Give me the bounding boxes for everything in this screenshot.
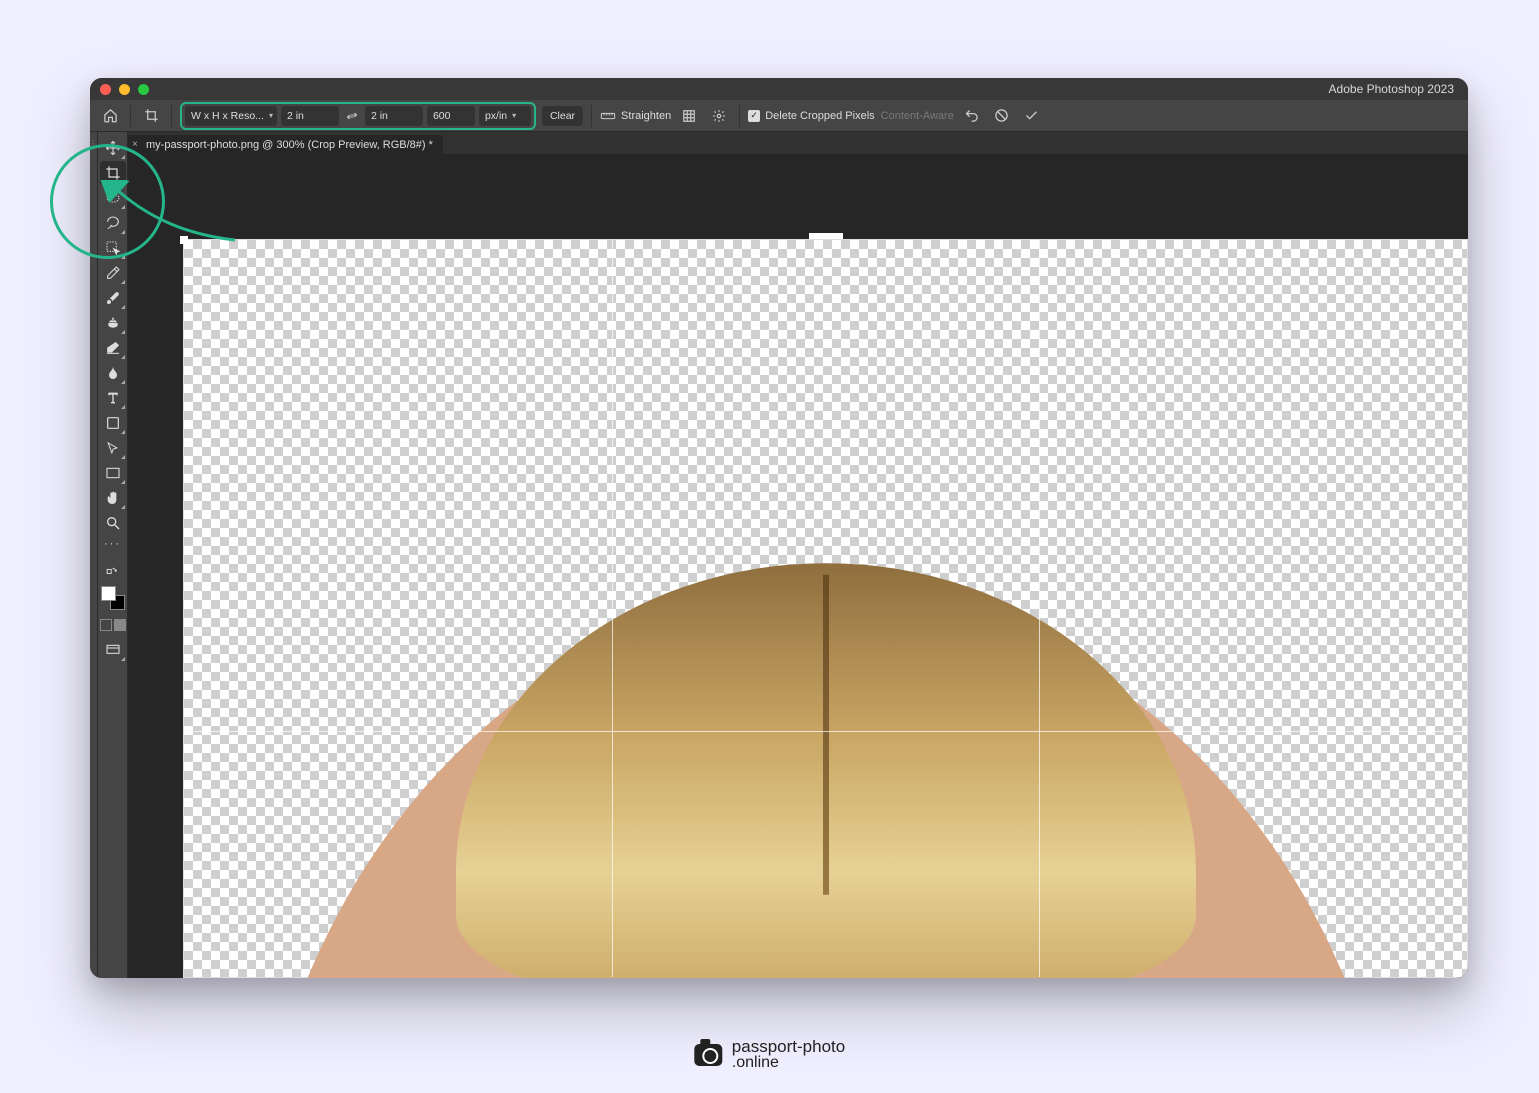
resolution-unit-label: px/in xyxy=(485,110,507,122)
crop-preset-label: W x H x Reso... xyxy=(191,110,264,122)
crop-options-gear-button[interactable] xyxy=(707,104,731,128)
watermark-line1: passport-photo xyxy=(732,1038,845,1055)
crop-handle-corner[interactable] xyxy=(180,236,188,244)
zoom-tool[interactable] xyxy=(100,511,126,535)
rule-of-thirds-line xyxy=(612,240,613,977)
canvas[interactable] xyxy=(128,154,1468,978)
document-tab[interactable]: × my-passport-photo.png @ 300% (Crop Pre… xyxy=(128,135,443,154)
crop-dimensions-highlight: W x H x Reso... ▾ px/in ▾ xyxy=(180,102,536,130)
title-bar: Adobe Photoshop 2023 xyxy=(90,78,1468,100)
straighten-button[interactable]: Straighten xyxy=(600,109,671,123)
rule-of-thirds-line xyxy=(1039,240,1040,977)
path-selection-tool[interactable] xyxy=(100,436,126,460)
photo-hair xyxy=(823,575,829,895)
home-button[interactable] xyxy=(98,104,122,128)
edit-toolbar-button[interactable]: ··· xyxy=(100,536,126,552)
watermark: passport-photo .online xyxy=(694,1038,845,1071)
window-controls xyxy=(100,84,149,95)
object-selection-tool[interactable] xyxy=(100,236,126,260)
eyedropper-tool[interactable] xyxy=(100,261,126,285)
clone-stamp-tool[interactable] xyxy=(100,311,126,335)
active-tool-crop-icon xyxy=(139,104,163,128)
camera-icon xyxy=(694,1044,722,1066)
content-aware-label: Content-Aware xyxy=(881,110,954,122)
crop-height-input[interactable] xyxy=(365,106,423,126)
foreground-background-colors[interactable] xyxy=(101,586,125,610)
watermark-line2: .online xyxy=(732,1055,845,1071)
crop-width-input[interactable] xyxy=(281,106,339,126)
delete-cropped-label: Delete Cropped Pixels xyxy=(765,110,874,122)
crop-resolution-input[interactable] xyxy=(427,106,475,126)
straighten-label: Straighten xyxy=(621,110,671,122)
app-title: Adobe Photoshop 2023 xyxy=(1329,82,1454,96)
checkbox-checked-icon: ✓ xyxy=(748,110,760,122)
panel-grip[interactable]: ⋮ xyxy=(90,132,98,978)
cancel-icon xyxy=(994,108,1009,123)
close-window-button[interactable] xyxy=(100,84,111,95)
reset-crop-button[interactable] xyxy=(960,104,984,128)
swap-dimensions-button[interactable] xyxy=(343,107,361,125)
marquee-tool[interactable] xyxy=(100,186,126,210)
type-tool[interactable] xyxy=(100,386,126,410)
quick-mask-toggle[interactable] xyxy=(100,619,126,631)
grid-overlay-button[interactable] xyxy=(677,104,701,128)
gear-icon xyxy=(712,109,726,123)
smudge-tool[interactable] xyxy=(100,361,126,385)
crop-region[interactable] xyxy=(183,239,1468,978)
document-tab-strip: × my-passport-photo.png @ 300% (Crop Pre… xyxy=(128,132,1468,154)
screen-mode-button[interactable] xyxy=(100,638,126,662)
eraser-tool[interactable] xyxy=(100,336,126,360)
crop-preset-dropdown[interactable]: W x H x Reso... ▾ xyxy=(185,106,277,126)
delete-cropped-checkbox[interactable]: ✓ Delete Cropped Pixels xyxy=(748,110,874,122)
hand-tool[interactable] xyxy=(100,486,126,510)
photoshop-window: Adobe Photoshop 2023 W x H x Reso... ▾ p… xyxy=(90,78,1468,978)
move-tool[interactable] xyxy=(100,136,126,160)
swap-colors-button[interactable] xyxy=(100,561,126,579)
brush-tool[interactable] xyxy=(100,286,126,310)
clear-button[interactable]: Clear xyxy=(542,106,583,126)
shape-tool[interactable] xyxy=(100,411,126,435)
artboard-tool[interactable] xyxy=(100,461,126,485)
lasso-tool[interactable] xyxy=(100,211,126,235)
options-bar: W x H x Reso... ▾ px/in ▾ Clear Straight… xyxy=(90,100,1468,132)
workspace: ⋮ xyxy=(90,132,1468,978)
canvas-dim-region xyxy=(183,154,1468,239)
checkmark-icon xyxy=(1024,108,1039,123)
content-aware-checkbox: Content-Aware xyxy=(881,110,954,122)
crop-handle-top[interactable] xyxy=(809,233,843,239)
maximize-window-button[interactable] xyxy=(138,84,149,95)
chevron-down-icon: ▾ xyxy=(269,111,273,120)
rule-of-thirds-line xyxy=(184,731,1467,732)
close-tab-button[interactable]: × xyxy=(132,139,138,150)
document-area: × my-passport-photo.png @ 300% (Crop Pre… xyxy=(128,132,1468,978)
tool-panel: ··· xyxy=(98,132,128,978)
chevron-down-icon: ▾ xyxy=(512,111,516,120)
commit-crop-button[interactable] xyxy=(1020,104,1044,128)
minimize-window-button[interactable] xyxy=(119,84,130,95)
undo-icon xyxy=(964,108,979,123)
crop-tool[interactable] xyxy=(100,161,126,185)
document-tab-title: my-passport-photo.png @ 300% (Crop Previ… xyxy=(146,139,433,151)
cancel-crop-button[interactable] xyxy=(990,104,1014,128)
straighten-icon xyxy=(600,109,616,123)
resolution-unit-dropdown[interactable]: px/in ▾ xyxy=(479,106,531,126)
